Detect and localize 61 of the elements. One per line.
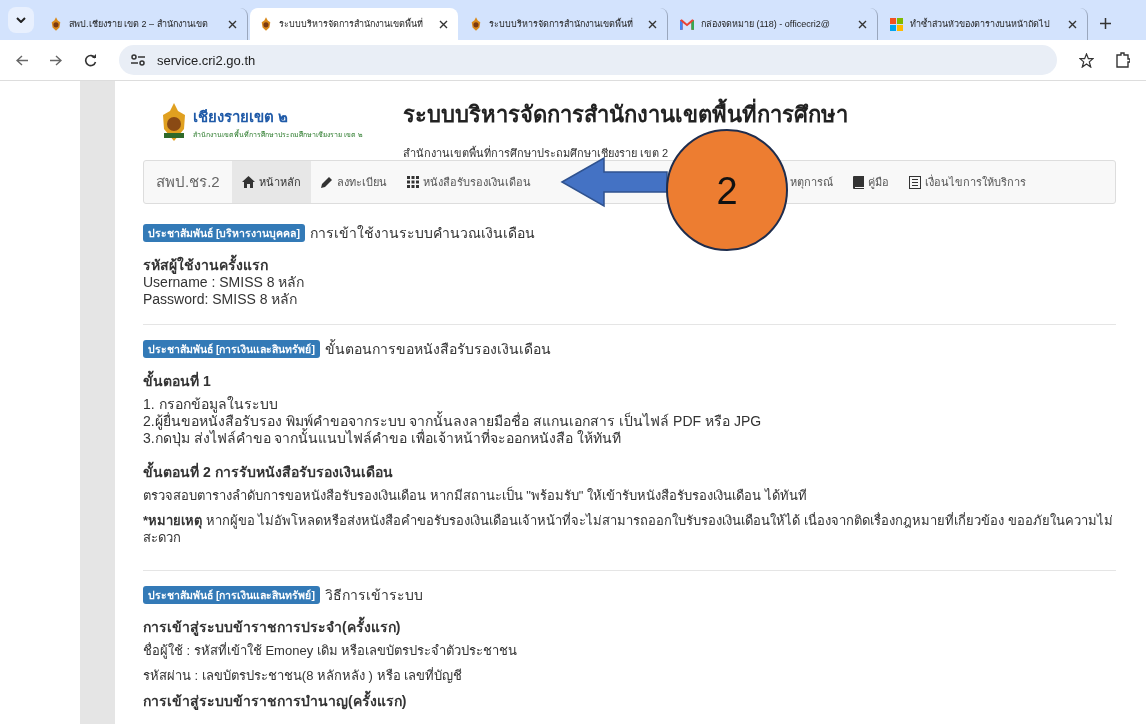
nav-link[interactable]: ลงทะเบียน: [310, 161, 397, 203]
browser-tab[interactable]: สพป.เชียงราย เขต 2 – สำนักงานเขต: [40, 8, 248, 40]
site-title: ระบบบริหารจัดการสำนักงานเขตพื้นที่การศึกษา: [402, 97, 848, 132]
paragraph: ชื่อผู้ใช้ : รหัสที่เข้าใช้ Emoney เดิม หรือเลขบัตรประจำตัวประชาชน: [143, 642, 519, 659]
close-tab-icon[interactable]: [648, 19, 657, 29]
browser-tab[interactable]: กล่องจดหมาย (118) - officecri2@: [670, 8, 878, 40]
back-icon[interactable]: [16, 54, 28, 66]
forward-icon[interactable]: [50, 54, 62, 66]
section-heading: ขั้นตอนที่ 1: [143, 372, 1116, 390]
emblem-icon: [470, 17, 482, 31]
extensions-icon[interactable]: [1116, 52, 1130, 68]
category-badge: ประชาสัมพันธ์ [บริหารงานบุคคล]: [143, 224, 305, 242]
text-line: 3.กดปุ่ม ส่งไฟล์คำขอ จากนั้นแนบไฟล์คำขอ เพื่อเจ้าหน้าที่จะออกหนังสือ ให้ทันที: [143, 430, 623, 447]
section-heading: รหัสผู้ใช้งานครั้งแรก: [143, 256, 1116, 274]
news-title: ขั้นตอนการขอหนังสือรับรองเงินเดือน: [324, 340, 551, 358]
site-settings-icon: [131, 54, 145, 66]
nav-link[interactable]: หน้าหลัก: [231, 161, 311, 203]
list-icon: [909, 175, 921, 189]
paragraph: ตรวจสอบตารางลำดับการขอหนังสือรับรองเงินเดือน หากมีสถานะเป็น "พร้อมรับ" ให้เข้ารับหนังสือรับรองเงินเดือน ได้ทันที: [143, 487, 808, 504]
browser-tab[interactable]: ระบบบริหารจัดการสำนักงานเขตพื้นที่: [460, 8, 668, 40]
text-line: Username : SMISS 8 หลัก: [143, 274, 306, 291]
logo-text: เชียงรายเขต ๒: [193, 106, 290, 127]
emblem-icon: [50, 17, 62, 31]
windows-logo-icon: [890, 17, 903, 31]
home-icon: [241, 176, 255, 188]
close-tab-icon[interactable]: [439, 19, 448, 29]
text-line: Password: SMISS 8 หลัก: [143, 291, 299, 308]
section-heading: การเข้าสู่ระบบข้าราชการบำนาญ(ครั้งแรก): [143, 692, 1116, 710]
nav-link[interactable]: หตุการณ์: [790, 161, 843, 203]
paragraph: *หมายเหตุ หากผู้ขอ ไม่อัพโหลดหรือส่งหนังสือคำขอรับรองเงินเดือนเจ้าหน้าที่จะไม่สามารถออกใบรับรองเงินเดือนให้ได้ เนื่องจากติดเรื่องกฎหมายที่เกี่ยวข้อง ขออภัยในความไม่สะดวก: [143, 512, 1114, 546]
bookmark-star-icon[interactable]: [1079, 52, 1094, 68]
category-badge: ประชาสัมพันธ์ [การเงินและสินทรัพย์]: [143, 340, 320, 358]
nav-link[interactable]: หนังสือรับรองเงินเดือน: [396, 161, 541, 203]
nav-link[interactable]: คู่มือ: [843, 161, 899, 203]
category-badge: ประชาสัมพันธ์ [การเงินและสินทรัพย์]: [143, 586, 320, 604]
close-tab-icon[interactable]: [228, 19, 237, 29]
brand-link[interactable]: สพป.ชร.2: [144, 161, 232, 203]
news-title: การเข้าใช้งานระบบคำนวณเงินเดือน: [309, 224, 535, 242]
browser-tab[interactable]: ระบบบริหารจัดการสำนักงานเขตพื้นที่: [250, 8, 458, 40]
section-heading: ขั้นตอนที่ 2 การรับหนังสือรับรองเงินเดือน: [143, 463, 1116, 481]
mail-icon: [680, 18, 694, 30]
text-line: 1. กรอกข้อมูลในระบบ: [143, 396, 278, 413]
news-title: วิธีการเข้าระบบ: [324, 586, 423, 604]
close-tab-icon[interactable]: [858, 19, 867, 29]
callout-number: 2: [716, 170, 738, 212]
book-icon: [853, 175, 864, 189]
grid-icon: [406, 176, 419, 188]
address-bar[interactable]: service.cri2.go.th: [119, 45, 1057, 75]
site-subtitle: สำนักงานเขตพื้นที่การศึกษาประถมศึกษาเชียงราย เขต 2: [402, 144, 670, 161]
emblem-icon: [260, 17, 272, 31]
nav-link[interactable]: เงื่อนไขการให้บริการ: [899, 161, 1036, 203]
reload-icon[interactable]: [84, 53, 97, 67]
chevron-down-icon: [16, 17, 26, 23]
url-text: service.cri2.go.th: [157, 52, 256, 68]
paragraph: รหัสผ่าน : เลขบัตรประชาชน(8 หลักหลัง ) หรือ เลขที่บัญชี: [143, 667, 464, 684]
close-tab-icon[interactable]: [1068, 19, 1077, 29]
new-tab-icon[interactable]: [1100, 18, 1111, 29]
browser-tab[interactable]: ทำซ้ำส่วนหัวของตารางบนหน้าถัดไป: [880, 8, 1088, 40]
pencil-icon: [320, 176, 333, 188]
section-heading: การเข้าสู่ระบบข้าราชการประจำ(ครั้งแรก): [143, 618, 1116, 636]
tab-list-button[interactable]: [8, 7, 34, 33]
